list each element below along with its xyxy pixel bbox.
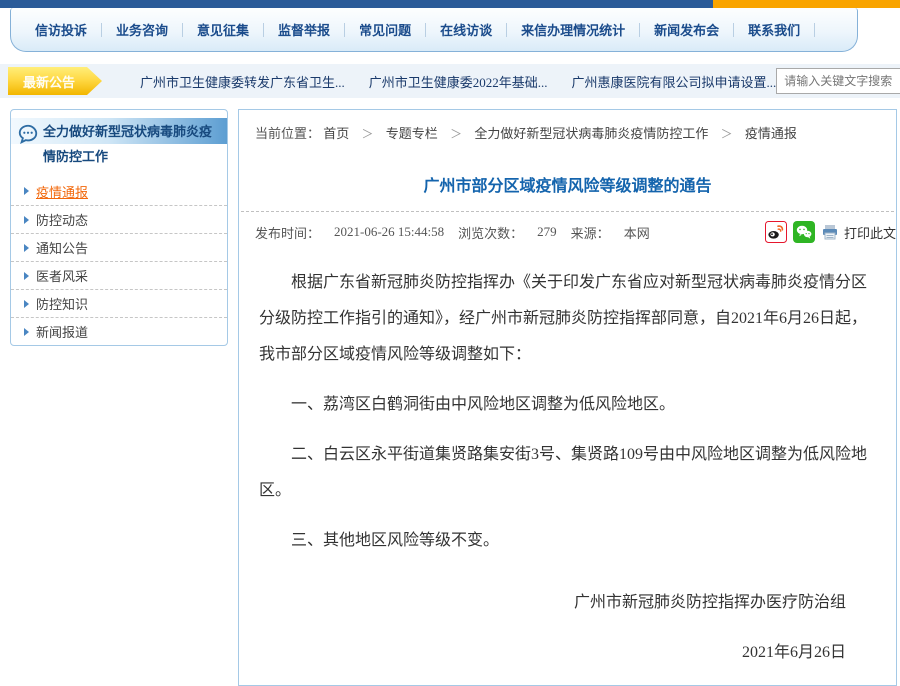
- sidebar-item-epidemic-report[interactable]: 疫情通报: [11, 177, 227, 205]
- sidebar-item-label: 防控动态: [36, 210, 88, 229]
- breadcrumb-epidemic-report[interactable]: 疫情通报: [745, 126, 797, 141]
- publish-time-value: 2021-06-26 15:44:58: [334, 224, 444, 240]
- sidebar-item-notices[interactable]: 通知公告: [11, 233, 227, 261]
- triangle-bullet-icon: [24, 328, 29, 336]
- triangle-bullet-icon: [24, 187, 29, 195]
- sidebar-item-label: 通知公告: [36, 238, 88, 257]
- search-area: 智能搜索: [776, 67, 900, 95]
- article-paragraph: 二、白云区永平街道集贤路集安街3号、集贤路109号由中风险地区调整为低风险地区。: [259, 437, 878, 509]
- article-paragraph: 三、其他地区风险等级不变。: [259, 523, 878, 559]
- announcement-links: 广州市卫生健康委转发广东省卫生... 广州市卫生健康委2022年基础... 广州…: [116, 72, 776, 91]
- nav-item-opinions[interactable]: 意见征集: [183, 20, 263, 39]
- announcement-link[interactable]: 广州惠康医院有限公司拟申请设置...: [572, 72, 777, 91]
- breadcrumb: 当前位置： 首页 ＞ 专题专栏 ＞ 全力做好新型冠状病毒肺炎疫情防控工作 ＞ 疫…: [239, 110, 896, 148]
- sidebar-item-label: 新闻报道: [36, 322, 88, 341]
- triangle-bullet-icon: [24, 300, 29, 308]
- print-article-link[interactable]: 打印此文: [844, 223, 896, 242]
- sidebar-item-control-updates[interactable]: 防控动态: [11, 205, 227, 233]
- sidebar-item-label: 防控知识: [36, 294, 88, 313]
- nav-separator: [814, 23, 815, 37]
- signature-org: 广州市新冠肺炎防控指挥办医疗防治组: [259, 585, 846, 621]
- source-label: 来源：: [571, 223, 610, 242]
- main-area: 全力做好新型冠状病毒肺炎疫情防控工作 疫情通报 防控动态 通知公告 医者风采 防…: [0, 109, 900, 686]
- sidebar: 全力做好新型冠状病毒肺炎疫情防控工作 疫情通报 防控动态 通知公告 医者风采 防…: [10, 109, 228, 346]
- nav-item-consult[interactable]: 业务咨询: [102, 20, 182, 39]
- share-group: 打印此文: [759, 221, 896, 243]
- breadcrumb-special-topics[interactable]: 专题专栏: [386, 126, 438, 141]
- sidebar-item-label: 疫情通报: [36, 182, 88, 201]
- publish-time-label: 发布时间：: [255, 223, 320, 242]
- views-label: 浏览次数：: [458, 223, 523, 242]
- nav-item-supervision[interactable]: 监督举报: [264, 20, 344, 39]
- top-color-strip: [0, 0, 900, 8]
- nav-item-contact[interactable]: 联系我们: [734, 20, 814, 39]
- comment-bubble-icon: [17, 119, 43, 169]
- breadcrumb-separator: ＞: [450, 127, 462, 141]
- print-icon[interactable]: [821, 223, 839, 241]
- search-input[interactable]: [776, 68, 900, 94]
- nav-item-petition[interactable]: 信访投诉: [21, 20, 101, 39]
- source-value: 本网: [624, 223, 650, 242]
- breadcrumb-covid-topic[interactable]: 全力做好新型冠状病毒肺炎疫情防控工作: [474, 126, 708, 141]
- signature-date: 2021年6月26日: [259, 635, 846, 671]
- breadcrumb-home[interactable]: 首页: [323, 126, 349, 141]
- article-paragraph: 根据广东省新冠肺炎防控指挥办《关于印发广东省应对新型冠状病毒肺炎疫情分区分级防控…: [259, 265, 878, 373]
- triangle-bullet-icon: [24, 272, 29, 280]
- nav-item-letter-stats[interactable]: 来信办理情况统计: [507, 20, 639, 39]
- triangle-bullet-icon: [24, 216, 29, 224]
- sidebar-item-news-reports[interactable]: 新闻报道: [11, 317, 227, 345]
- sidebar-item-prevention-knowledge[interactable]: 防控知识: [11, 289, 227, 317]
- breadcrumb-separator: ＞: [362, 127, 374, 141]
- announcement-bar: 最新公告 广州市卫生健康委转发广东省卫生... 广州市卫生健康委2022年基础.…: [0, 64, 900, 98]
- triangle-bullet-icon: [24, 244, 29, 252]
- breadcrumb-prefix: 当前位置：: [255, 126, 320, 141]
- latest-announcement-badge: 最新公告: [8, 67, 102, 95]
- wechat-share-icon[interactable]: [793, 221, 815, 243]
- sidebar-header: 全力做好新型冠状病毒肺炎疫情防控工作: [11, 110, 227, 177]
- article-title: 广州市部分区域疫情风险等级调整的通告: [249, 172, 886, 196]
- signature-block: 广州市新冠肺炎防控指挥办医疗防治组 2021年6月26日: [259, 585, 878, 671]
- sidebar-item-label: 医者风采: [36, 266, 88, 285]
- sidebar-title: 全力做好新型冠状病毒肺炎疫情防控工作: [43, 119, 219, 169]
- sidebar-item-doctor-profiles[interactable]: 医者风采: [11, 261, 227, 289]
- announcement-link[interactable]: 广州市卫生健康委2022年基础...: [369, 72, 548, 91]
- top-accent-strip: [713, 0, 900, 8]
- article-paragraph: 一、荔湾区白鹤洞街由中风险地区调整为低风险地区。: [259, 387, 878, 423]
- views-value: 279: [537, 224, 557, 240]
- article-body: 根据广东省新冠肺炎防控指挥办《关于印发广东省应对新型冠状病毒肺炎疫情分区分级防控…: [239, 251, 896, 671]
- breadcrumb-separator: ＞: [721, 127, 733, 141]
- top-navigation: 信访投诉 业务咨询 意见征集 监督举报 常见问题 在线访谈 来信办理情况统计 新…: [10, 8, 858, 52]
- article-panel: 当前位置： 首页 ＞ 专题专栏 ＞ 全力做好新型冠状病毒肺炎疫情防控工作 ＞ 疫…: [238, 109, 897, 686]
- nav-item-interview[interactable]: 在线访谈: [426, 20, 506, 39]
- nav-item-faq[interactable]: 常见问题: [345, 20, 425, 39]
- weibo-share-icon[interactable]: [765, 221, 787, 243]
- nav-item-press[interactable]: 新闻发布会: [640, 20, 733, 39]
- article-meta: 发布时间： 2021-06-26 15:44:58 浏览次数： 279 来源： …: [239, 212, 896, 251]
- announcement-link[interactable]: 广州市卫生健康委转发广东省卫生...: [140, 72, 345, 91]
